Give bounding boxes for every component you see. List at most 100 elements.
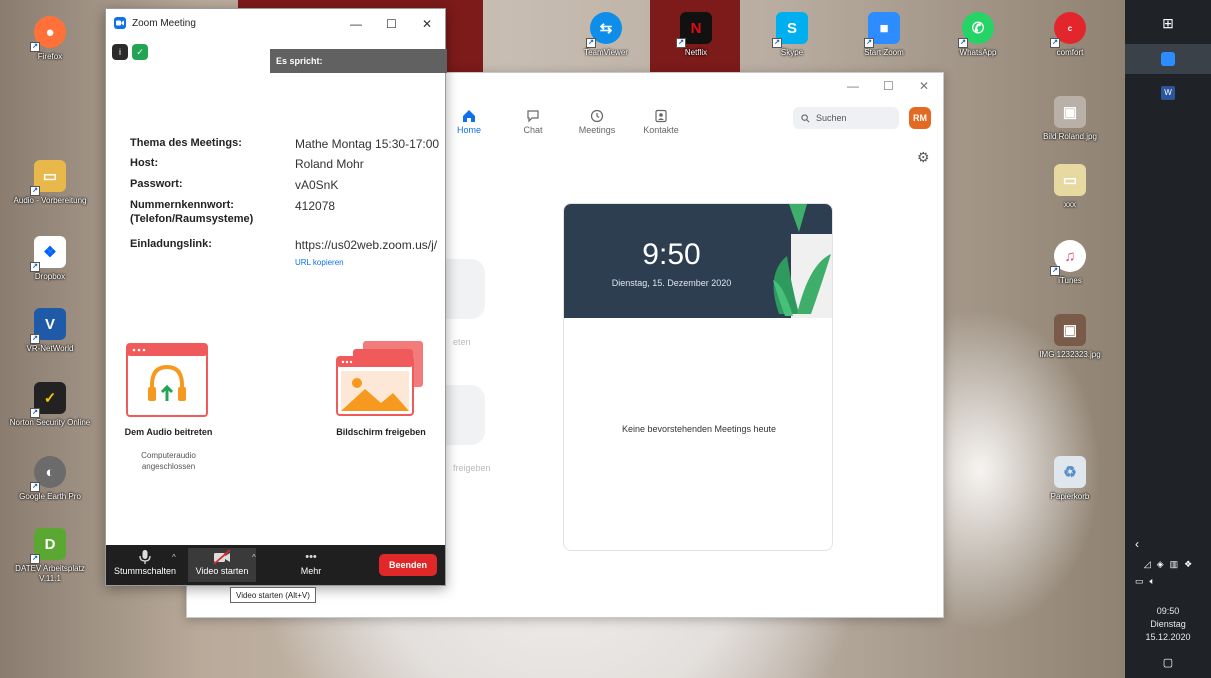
topic-value: Mathe Montag 15:30-17:00: [295, 137, 440, 151]
folder-icon: ▭: [1054, 164, 1086, 196]
image-file-icon: ▣: [1054, 96, 1086, 128]
meeting-toolbar: Stummschalten ^ Video starten ^ ••• Mehr…: [106, 545, 445, 585]
audio-status-text: Computeraudio angeschlossen: [141, 451, 196, 471]
numeric-password-value: 412078: [295, 199, 336, 213]
host-label: Host:: [130, 157, 159, 169]
search-icon: [801, 113, 810, 122]
volume-icon: 🔈︎: [1149, 575, 1155, 586]
more-button[interactable]: ••• Mehr: [286, 548, 336, 576]
microphone-icon: [138, 548, 152, 566]
zoom-logo-icon: [114, 17, 126, 29]
join-audio-label: Dem Audio beitreten: [124, 427, 213, 437]
end-meeting-button[interactable]: Beenden: [379, 554, 437, 576]
chevron-up-icon[interactable]: ^: [252, 553, 256, 562]
desktop-icon-comfort[interactable]: c ↗ comfort: [1028, 12, 1112, 58]
invite-link-value[interactable]: https://us02web.zoom.us/j/: [295, 238, 445, 252]
nav-contacts[interactable]: Kontakte: [633, 107, 689, 135]
whatsapp-icon: ✆ ↗: [958, 12, 994, 48]
tray-battery-volume[interactable]: ▭ 🔈︎: [1125, 574, 1211, 588]
clock-icon: [590, 107, 604, 125]
taskbar-word-button[interactable]: W: [1125, 78, 1211, 108]
skype-icon: S ↗: [772, 12, 808, 48]
desktop-icon-skype[interactable]: S ↗ Skype: [750, 12, 834, 58]
tray-date: 15.12.2020: [1145, 631, 1191, 642]
desktop-icon-norton[interactable]: ✓ ↗ Norton Security Online: [8, 382, 92, 428]
tray-day: Dienstag: [1150, 618, 1186, 629]
minimize-button[interactable]: —: [350, 17, 362, 31]
share-screen-label: Bildschirm freigeben: [336, 427, 426, 437]
google-earth-icon: ◐ ↗: [30, 456, 66, 492]
image-file-icon: ▣: [1054, 314, 1086, 346]
tray-clock[interactable]: 09:50 Dienstag 15.12.2020: [1125, 602, 1211, 646]
taskbar-zoom-button[interactable]: [1125, 44, 1211, 74]
taskbar: ⊞ W ‹ ◿ ◈ ▥ ❖ ▭ 🔈︎ 09:50 Dienstag 15.12.…: [1125, 0, 1211, 678]
maximize-button[interactable]: ☐: [386, 17, 397, 31]
search-input[interactable]: Suchen: [793, 107, 899, 129]
close-button[interactable]: ✕: [919, 79, 929, 93]
desktop-icon-start-zoom[interactable]: ■ ↗ Start Zoom: [842, 12, 926, 58]
desktop-icon-bild-roland[interactable]: ▣ Bild Roland.jpg: [1028, 96, 1112, 142]
invite-link-label: Einladungslink:: [130, 238, 212, 250]
desktop-icon-dropbox[interactable]: ❖ ↗ Dropbox: [8, 236, 92, 282]
mute-button[interactable]: Stummschalten: [112, 548, 178, 576]
desktop-icon-vr-networld[interactable]: V ↗ VR-NetWorld: [8, 308, 92, 354]
zoom-meeting-window: Zoom Meeting — ☐ ✕ i ✓ Es spricht: Thema…: [105, 8, 447, 586]
gear-icon[interactable]: ⚙: [917, 149, 930, 166]
desktop-icon-img-jpg[interactable]: ▣ IMG 1232323.jpg: [1028, 314, 1112, 360]
desktop-icon-xxx[interactable]: ▭ xxx: [1028, 164, 1112, 210]
share-screen-button[interactable]: [335, 339, 425, 422]
desktop-icon-teamviewer[interactable]: ⇆ ↗ TeamViewer: [564, 12, 648, 58]
video-off-icon: [212, 548, 232, 566]
desktop-icon-papierkorb[interactable]: ♻ Papierkorb: [1028, 456, 1112, 502]
share-screen-icon: [336, 341, 423, 416]
desktop-icon-itunes[interactable]: ♫ ↗ iTunes: [1028, 240, 1112, 286]
firefox-icon: ● ↗: [30, 16, 66, 52]
active-speaker-label: Es spricht:: [270, 49, 447, 73]
minimize-button[interactable]: —: [847, 79, 859, 93]
numeric-password-label: Nummernkennwort: (Telefon/Raumsysteme): [130, 199, 254, 225]
teamviewer-icon: ⇆ ↗: [586, 12, 622, 48]
close-button[interactable]: ✕: [422, 17, 432, 31]
notification-button[interactable]: ▢: [1125, 652, 1211, 672]
no-meetings-text: Keine bevorstehenden Meetings heute: [621, 424, 777, 434]
folder-icon: ▭ ↗: [30, 160, 66, 196]
start-video-button[interactable]: Video starten: [188, 548, 256, 582]
itunes-icon: ♫ ↗: [1050, 240, 1086, 276]
chevron-up-icon[interactable]: ^: [172, 553, 176, 562]
clock-banner: 9:50 Dienstag, 15. Dezember 2020: [564, 204, 832, 318]
maximize-button[interactable]: ☐: [883, 79, 894, 93]
tray-expand-button[interactable]: ‹: [1125, 536, 1211, 552]
info-icon[interactable]: i: [112, 44, 128, 60]
start-button[interactable]: ⊞: [1125, 8, 1211, 38]
desktop-icon-datev[interactable]: D ↗ DATEV Arbeitsplatz V.11.1: [8, 528, 92, 584]
clock-time: 9:50: [642, 238, 701, 271]
desktop-icon-audio-vorbereitung[interactable]: ▭ ↗ Audio - Vorbereitung: [8, 160, 92, 206]
avatar[interactable]: RM: [909, 107, 931, 129]
language-icon: ▥: [1169, 558, 1179, 569]
norton-icon: ✓ ↗: [30, 382, 66, 418]
nav-chat[interactable]: Chat: [505, 107, 561, 135]
shield-icon[interactable]: ✓: [132, 44, 148, 60]
datev-icon: D ↗: [30, 528, 66, 564]
zoom-icon: [1161, 52, 1175, 66]
desktop-icon-google-earth[interactable]: ◐ ↗ Google Earth Pro: [8, 456, 92, 502]
dropbox-icon: ❖ ↗: [30, 236, 66, 272]
copy-url-link[interactable]: URL kopieren: [295, 258, 344, 267]
desktop-icon-firefox[interactable]: ● ↗ Firefox: [8, 16, 92, 62]
comfort-icon: c ↗: [1050, 12, 1086, 48]
nav-meetings[interactable]: Meetings: [569, 107, 625, 135]
desktop-icon-whatsapp[interactable]: ✆ ↗ WhatsApp: [936, 12, 1020, 58]
network-icon: ◿: [1143, 558, 1151, 569]
clock-date: Dienstag, 15. Dezember 2020: [611, 278, 732, 288]
host-value: Roland Mohr: [295, 157, 364, 171]
windows-icon: ⊞: [1162, 14, 1174, 31]
shield-tray-icon: ◈: [1156, 558, 1164, 569]
topic-label: Thema des Meetings:: [130, 137, 242, 149]
desktop-icon-netflix[interactable]: N ↗ Netflix: [654, 12, 738, 58]
home-icon: [462, 107, 476, 125]
recycle-bin-icon: ♻: [1054, 456, 1086, 488]
join-audio-button[interactable]: [126, 343, 208, 422]
tray-icons[interactable]: ◿ ◈ ▥ ❖: [1125, 556, 1211, 572]
nav-home[interactable]: Home: [441, 107, 497, 135]
tray-time: 09:50: [1156, 605, 1180, 616]
